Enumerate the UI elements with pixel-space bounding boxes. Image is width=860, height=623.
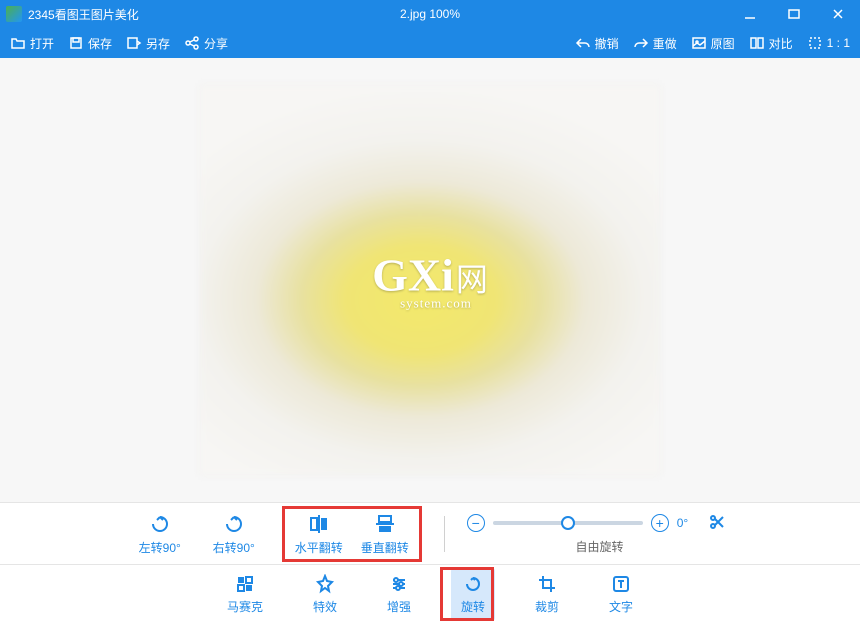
share-icon (184, 35, 200, 51)
redo-button[interactable]: 重做 (633, 35, 677, 52)
text-icon (611, 574, 631, 594)
original-button[interactable]: 原图 (691, 35, 735, 52)
flip-group-highlight: 水平翻转 垂直翻转 (282, 506, 422, 562)
undo-label: 撤销 (595, 35, 619, 52)
effect-icon (315, 574, 335, 594)
free-rotate-label: 自由旋转 (575, 538, 623, 555)
rotate-right-button[interactable]: 右转90° (208, 512, 260, 556)
tab-enhance-label: 增强 (387, 598, 411, 615)
rotate-left-label: 左转90° (139, 539, 181, 556)
share-button[interactable]: 分享 (184, 35, 228, 52)
compare-label: 对比 (769, 35, 793, 52)
image-icon (691, 35, 707, 51)
share-label: 分享 (204, 35, 228, 52)
fit-label: 1 : 1 (827, 36, 850, 50)
flip-horizontal-button[interactable]: 水平翻转 (293, 512, 345, 556)
tab-effect[interactable]: 特效 (303, 568, 347, 621)
app-title: 2345看图王图片美化 (28, 6, 139, 23)
mosaic-icon (235, 574, 255, 594)
tab-rotate[interactable]: 旋转 (451, 568, 495, 621)
minimize-button[interactable] (728, 0, 772, 28)
main-toolbar: 打开 保存 另存 分享 撤销 重做 原图 对比 1 : 1 (0, 28, 860, 58)
rotate-right-label: 右转90° (213, 539, 255, 556)
rotate-icon (463, 574, 483, 594)
original-label: 原图 (711, 35, 735, 52)
flip-horizontal-icon (307, 512, 331, 536)
close-button[interactable] (816, 0, 860, 28)
tab-mosaic-label: 马赛克 (227, 598, 263, 615)
fit-icon (807, 35, 823, 51)
angle-decrease-button[interactable]: − (467, 514, 485, 532)
folder-icon (10, 35, 26, 51)
rotate-left-icon (148, 512, 172, 536)
save-button[interactable]: 保存 (68, 35, 112, 52)
tab-crop-label: 裁剪 (535, 598, 559, 615)
rotate-subpanel: 左转90° 右转90° 水平翻转 垂直翻转 − + 0° 自由旋转 (0, 502, 860, 564)
crop-icon (537, 574, 557, 594)
canvas-area[interactable]: GXi网 system.com (0, 58, 860, 502)
app-icon (6, 6, 22, 22)
open-label: 打开 (30, 35, 54, 52)
flip-vertical-label: 垂直翻转 (361, 539, 409, 556)
enhance-icon (389, 574, 409, 594)
angle-slider[interactable] (493, 521, 643, 525)
tab-enhance[interactable]: 增强 (377, 568, 421, 621)
apply-crop-button[interactable] (708, 513, 726, 534)
angle-increase-button[interactable]: + (651, 514, 669, 532)
save-label: 保存 (88, 35, 112, 52)
title-bar: 2345看图王图片美化 2.jpg 100% (0, 0, 860, 28)
tab-rotate-label: 旋转 (461, 598, 485, 615)
tab-mosaic[interactable]: 马赛克 (217, 568, 273, 621)
compare-icon (749, 35, 765, 51)
save-icon (68, 35, 84, 51)
saveas-icon (126, 35, 142, 51)
image-preview (200, 85, 660, 475)
flip-vertical-button[interactable]: 垂直翻转 (359, 512, 411, 556)
tab-effect-label: 特效 (313, 598, 337, 615)
saveas-button[interactable]: 另存 (126, 35, 170, 52)
maximize-button[interactable] (772, 0, 816, 28)
flip-horizontal-label: 水平翻转 (295, 539, 343, 556)
tab-text[interactable]: 文字 (599, 568, 643, 621)
angle-slider-thumb[interactable] (561, 516, 575, 530)
saveas-label: 另存 (146, 35, 170, 52)
undo-button[interactable]: 撤销 (575, 35, 619, 52)
document-title: 2.jpg 100% (400, 7, 460, 21)
angle-value: 0° (677, 516, 688, 530)
undo-icon (575, 35, 591, 51)
redo-icon (633, 35, 649, 51)
scissors-icon (708, 513, 726, 531)
flip-vertical-icon (373, 512, 397, 536)
separator (444, 516, 445, 552)
tool-tabs: 马赛克 特效 增强 旋转 裁剪 文字 (0, 564, 860, 623)
tab-text-label: 文字 (609, 598, 633, 615)
compare-button[interactable]: 对比 (749, 35, 793, 52)
fit-button[interactable]: 1 : 1 (807, 35, 850, 51)
open-button[interactable]: 打开 (10, 35, 54, 52)
rotate-left-button[interactable]: 左转90° (134, 512, 186, 556)
tab-crop[interactable]: 裁剪 (525, 568, 569, 621)
rotate-right-icon (222, 512, 246, 536)
redo-label: 重做 (653, 35, 677, 52)
